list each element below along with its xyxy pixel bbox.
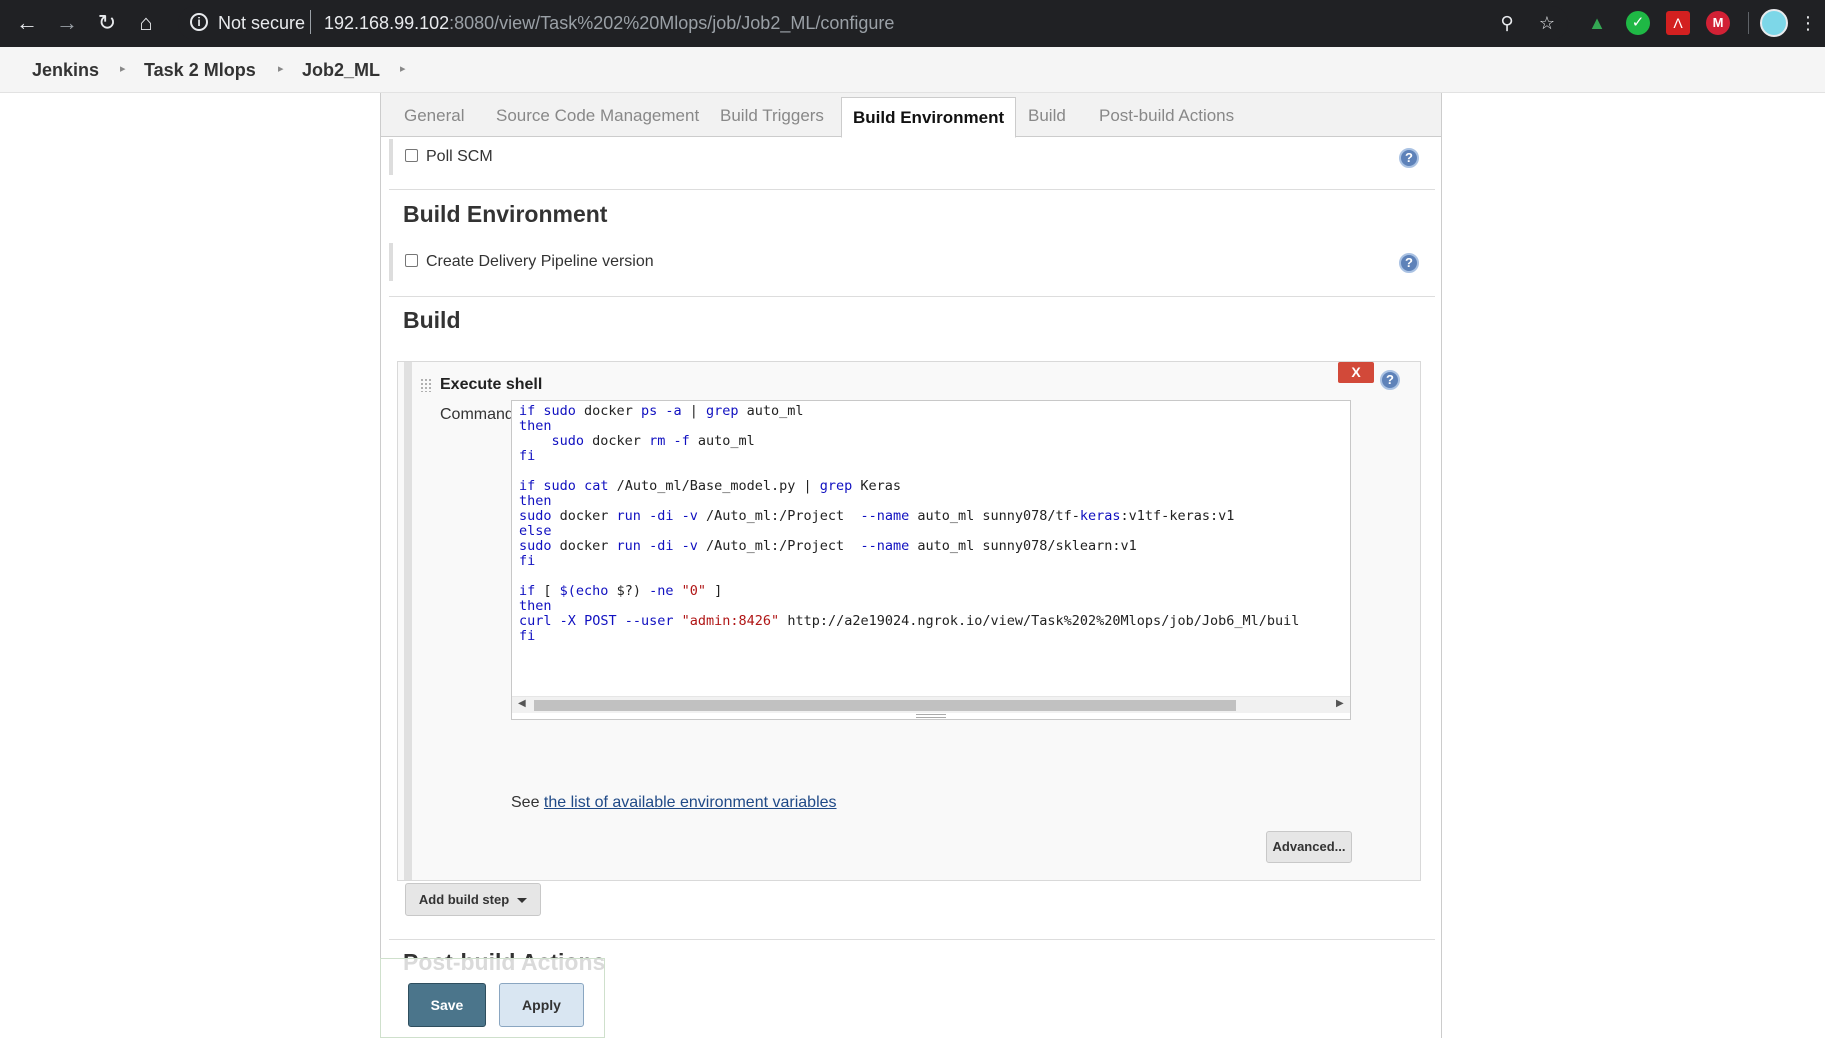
section-divider [389, 939, 1435, 940]
breadcrumb-jenkins[interactable]: Jenkins [32, 60, 99, 81]
poll-scm-label: Poll SCM [426, 148, 493, 165]
pdf-extension-icon[interactable]: Λ [1666, 11, 1690, 35]
save-button[interactable]: Save [408, 983, 486, 1027]
info-icon[interactable]: i [190, 13, 208, 31]
url-text[interactable]: 192.168.99.102:8080/view/Task%202%20Mlop… [324, 13, 894, 34]
command-editor[interactable]: if sudo docker ps -a | grep auto_ml then… [511, 400, 1351, 720]
help-icon[interactable]: ? [1399, 148, 1419, 168]
tab-build[interactable]: Build [1028, 93, 1066, 137]
option-indent-bar [389, 139, 393, 175]
browser-toolbar: ← → ↻ ⌂ i Not secure 192.168.99.102:8080… [0, 0, 1825, 47]
save-apply-bar: Save Apply [380, 958, 605, 1038]
delete-step-button[interactable]: X [1338, 362, 1374, 383]
add-build-step-label: Add build step [418, 892, 510, 907]
toolbar-divider [1748, 12, 1749, 34]
menu-kebab-icon[interactable]: ⋮ [1796, 11, 1820, 35]
back-arrow-icon[interactable]: ← [12, 8, 42, 38]
forward-arrow-icon[interactable]: → [52, 8, 82, 38]
tab-build-triggers[interactable]: Build Triggers [720, 93, 824, 137]
scroll-left-icon[interactable]: ◀ [518, 698, 526, 709]
env-vars-note: See the list of available environment va… [511, 794, 837, 812]
command-code[interactable]: if sudo docker ps -a | grep auto_ml then… [519, 404, 1299, 644]
advanced-button[interactable]: Advanced... [1266, 831, 1352, 863]
breadcrumb-arrow-icon[interactable]: ▸ [278, 62, 284, 75]
delivery-pipeline-label: Create Delivery Pipeline version [426, 253, 654, 270]
build-environment-heading: Build Environment [403, 201, 608, 227]
section-divider [389, 296, 1435, 297]
horizontal-scrollbar[interactable]: ◀ ▶ [512, 696, 1350, 713]
scrollbar-thumb[interactable] [534, 700, 1236, 711]
url-host: 192.168.99.102 [324, 13, 450, 33]
execute-shell-step: Execute shell X ? Command if sudo docker… [397, 361, 1421, 881]
config-panel: General Source Code Management Build Tri… [380, 93, 1442, 1038]
tab-source-code-management[interactable]: Source Code Management [496, 93, 699, 137]
command-label: Command [440, 406, 514, 423]
env-vars-link[interactable]: the list of available environment variab… [544, 794, 837, 811]
help-icon[interactable]: ? [1380, 370, 1400, 390]
profile-avatar[interactable] [1760, 9, 1788, 37]
step-grip-bar[interactable] [404, 362, 412, 880]
config-tabbar: General Source Code Management Build Tri… [381, 93, 1441, 138]
url-path: :8080/view/Task%202%20Mlops/job/Job2_ML/… [449, 13, 895, 33]
breadcrumb: Jenkins ▸ Task 2 Mlops ▸ Job2_ML ▸ [0, 47, 1825, 93]
see-prefix: See [511, 794, 544, 811]
drive-extension-icon[interactable]: ▲ [1585, 11, 1609, 35]
apply-button[interactable]: Apply [499, 983, 584, 1027]
drag-handle-icon[interactable] [420, 378, 432, 392]
breadcrumb-job[interactable]: Job2_ML [302, 60, 380, 81]
add-build-step-button[interactable]: Add build step [405, 883, 541, 916]
option-indent-bar [389, 243, 393, 281]
tab-post-build-actions[interactable]: Post-build Actions [1099, 93, 1234, 137]
scroll-right-icon[interactable]: ▶ [1336, 698, 1344, 709]
breadcrumb-arrow-icon[interactable]: ▸ [400, 62, 406, 75]
reload-icon[interactable]: ↻ [92, 8, 122, 38]
resize-handle-icon[interactable] [916, 714, 946, 718]
section-divider [389, 189, 1435, 190]
url-separator [310, 10, 311, 34]
tab-build-environment[interactable]: Build Environment [841, 97, 1017, 138]
home-icon[interactable]: ⌂ [131, 8, 161, 38]
delivery-pipeline-checkbox[interactable] [405, 254, 418, 267]
help-icon[interactable]: ? [1399, 253, 1419, 273]
zoom-icon[interactable]: ⚲ [1495, 11, 1519, 35]
execute-shell-title: Execute shell [440, 376, 543, 393]
bookmark-star-icon[interactable]: ☆ [1535, 11, 1559, 35]
security-label: Not secure [218, 13, 306, 33]
checkmark-extension-icon[interactable]: ✓ [1626, 11, 1650, 35]
caret-down-icon [517, 898, 528, 904]
mail-extension-icon[interactable]: M [1706, 11, 1730, 35]
tab-general[interactable]: General [404, 93, 464, 137]
breadcrumb-task[interactable]: Task 2 Mlops [144, 60, 256, 81]
breadcrumb-arrow-icon[interactable]: ▸ [120, 62, 126, 75]
build-heading: Build [403, 307, 461, 333]
poll-scm-checkbox[interactable] [405, 149, 418, 162]
